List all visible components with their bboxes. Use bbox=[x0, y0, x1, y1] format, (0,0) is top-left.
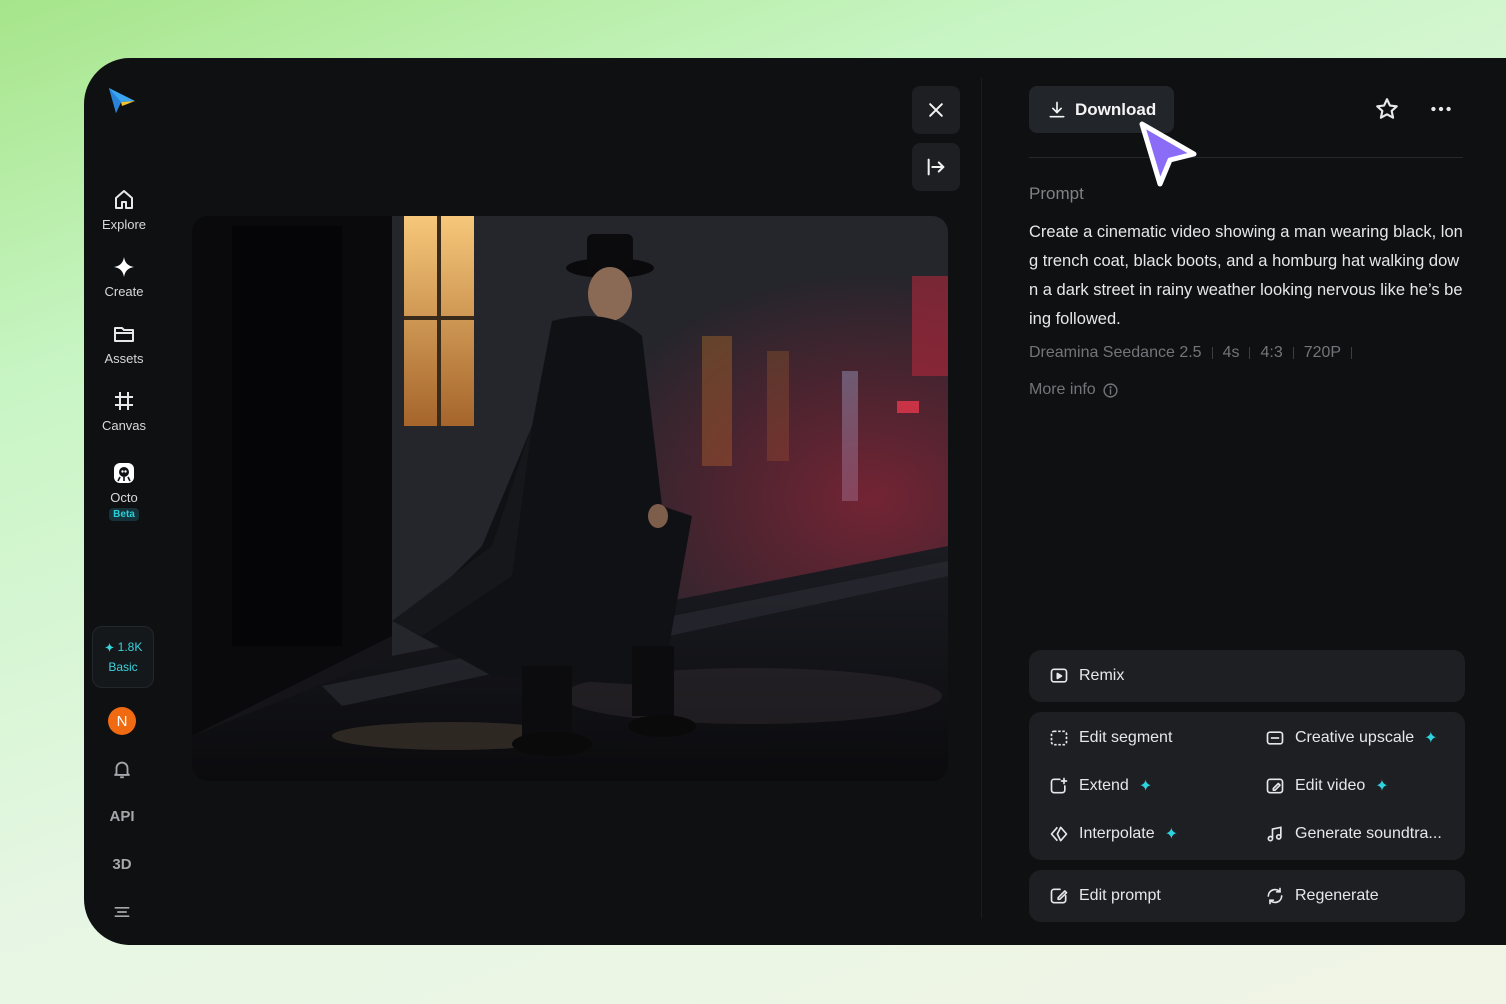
remix-action: Remix bbox=[1049, 666, 1124, 686]
canvas-grid-icon bbox=[115, 392, 133, 410]
octo-icon bbox=[114, 463, 134, 483]
download-label: Download bbox=[1075, 99, 1157, 119]
extend-label: Extend bbox=[1079, 777, 1129, 794]
header-divider bbox=[1029, 157, 1463, 158]
extend-icon bbox=[1050, 777, 1068, 794]
info-icon bbox=[1103, 382, 1118, 398]
edit-prompt-icon bbox=[1050, 888, 1068, 904]
more-info-link[interactable]: More info bbox=[1029, 381, 1119, 399]
sparkle-icon: ✦ bbox=[1138, 778, 1153, 795]
remix-icon bbox=[1050, 668, 1068, 683]
star-icon[interactable] bbox=[1374, 96, 1400, 122]
sidebar-item-label: Canvas bbox=[101, 418, 147, 433]
generate-soundtrack-button[interactable]: Generate soundtra... bbox=[1265, 824, 1442, 844]
interpolate-icon bbox=[1050, 826, 1068, 842]
sparkle-icon bbox=[114, 257, 134, 277]
close-icon bbox=[929, 103, 943, 117]
3d-link[interactable]: 3D bbox=[84, 856, 160, 873]
sidebar: Explore Create Assets Canvas Octo Beta 1… bbox=[84, 58, 164, 945]
remix-label: Remix bbox=[1079, 667, 1125, 684]
collapse-panel-button[interactable] bbox=[912, 143, 960, 191]
edit-actions-card: Edit segment Creative upscale ✦ Extend ✦… bbox=[1029, 712, 1465, 860]
sparkle-icon: ✦ bbox=[1375, 778, 1389, 795]
extend-button[interactable]: Extend ✦ bbox=[1049, 776, 1152, 796]
sparkle-icon: ✦ bbox=[1164, 826, 1179, 843]
mouse-cursor-icon bbox=[1139, 121, 1197, 187]
menu-icon[interactable] bbox=[109, 899, 135, 925]
edit-video-button[interactable]: Edit video ✦ bbox=[1265, 776, 1389, 796]
panel-divider bbox=[981, 78, 982, 918]
app-window: Explore Create Assets Canvas Octo Beta 1… bbox=[84, 58, 1506, 945]
resolution: 720P bbox=[1303, 344, 1342, 361]
regenerate-label: Regenerate bbox=[1295, 887, 1379, 904]
generation-meta: Dreamina Seedance 2.5 4s 4:3 720P bbox=[1029, 344, 1353, 362]
video-preview[interactable] bbox=[192, 216, 948, 781]
prompt-actions-card: Edit prompt Regenerate bbox=[1029, 870, 1465, 922]
beta-badge: Beta bbox=[109, 508, 139, 521]
close-button[interactable] bbox=[912, 86, 960, 134]
sidebar-item-canvas[interactable]: Canvas bbox=[84, 389, 164, 433]
edit-segment-icon bbox=[1050, 730, 1068, 746]
creative-upscale-label: Creative upscale bbox=[1295, 729, 1415, 746]
edit-segment-button[interactable]: Edit segment bbox=[1049, 728, 1172, 748]
edit-video-icon bbox=[1266, 778, 1284, 794]
sparkle-icon bbox=[104, 642, 114, 652]
hd-upscale-icon bbox=[1266, 731, 1284, 745]
regenerate-button[interactable]: Regenerate bbox=[1265, 886, 1379, 906]
credits-amount-value: 1.8K bbox=[117, 640, 143, 654]
collapse-right-icon bbox=[927, 158, 945, 176]
sidebar-item-label: Explore bbox=[101, 217, 147, 232]
home-icon bbox=[115, 190, 133, 209]
sidebar-item-label: Assets bbox=[104, 351, 144, 366]
api-link[interactable]: API bbox=[84, 808, 160, 825]
bell-icon[interactable] bbox=[109, 756, 135, 782]
edit-video-label: Edit video bbox=[1295, 777, 1366, 794]
more-options-icon[interactable] bbox=[1428, 96, 1454, 122]
more-info-label: More info bbox=[1029, 381, 1096, 398]
download-icon bbox=[1049, 101, 1065, 117]
meta-separator bbox=[1249, 347, 1251, 359]
duration: 4s bbox=[1222, 344, 1240, 361]
avatar[interactable]: N bbox=[108, 707, 136, 735]
aspect-ratio: 4:3 bbox=[1260, 344, 1283, 361]
app-logo[interactable] bbox=[106, 84, 138, 116]
credits-amount: 1.8K bbox=[104, 640, 143, 654]
sidebar-item-create[interactable]: Create bbox=[84, 255, 164, 299]
remix-button[interactable]: Remix bbox=[1029, 650, 1465, 702]
meta-separator bbox=[1292, 347, 1294, 359]
interpolate-button[interactable]: Interpolate ✦ bbox=[1049, 824, 1178, 844]
meta-separator bbox=[1211, 347, 1213, 359]
edit-prompt-button[interactable]: Edit prompt bbox=[1049, 886, 1161, 906]
prompt-text: Create a cinematic video showing a man w… bbox=[1029, 223, 1463, 328]
prompt-heading: Prompt bbox=[1029, 184, 1084, 203]
plan-label: Basic bbox=[108, 660, 138, 674]
meta-separator bbox=[1351, 347, 1353, 359]
sidebar-item-octo[interactable]: Octo Beta bbox=[84, 461, 164, 521]
sparkle-icon: ✦ bbox=[1424, 730, 1438, 747]
edit-segment-label: Edit segment bbox=[1079, 729, 1173, 746]
folder-icon bbox=[114, 327, 134, 342]
sidebar-item-explore[interactable]: Explore bbox=[84, 188, 164, 232]
background-frame: Explore Create Assets Canvas Octo Beta 1… bbox=[0, 0, 1506, 1004]
generate-soundtrack-label: Generate soundtra... bbox=[1295, 825, 1442, 842]
sidebar-item-label: Create bbox=[104, 284, 144, 299]
model-name: Dreamina Seedance 2.5 bbox=[1029, 344, 1202, 361]
sidebar-item-label: Octo bbox=[110, 490, 138, 505]
edit-prompt-label: Edit prompt bbox=[1079, 887, 1161, 904]
interpolate-label: Interpolate bbox=[1079, 825, 1155, 842]
video-frame-illustration bbox=[192, 216, 948, 781]
credits-badge[interactable]: 1.8K Basic bbox=[92, 626, 154, 688]
regenerate-icon bbox=[1267, 887, 1283, 905]
creative-upscale-button[interactable]: Creative upscale ✦ bbox=[1265, 728, 1438, 748]
music-note-icon bbox=[1267, 826, 1282, 842]
sidebar-item-assets[interactable]: Assets bbox=[84, 322, 164, 366]
